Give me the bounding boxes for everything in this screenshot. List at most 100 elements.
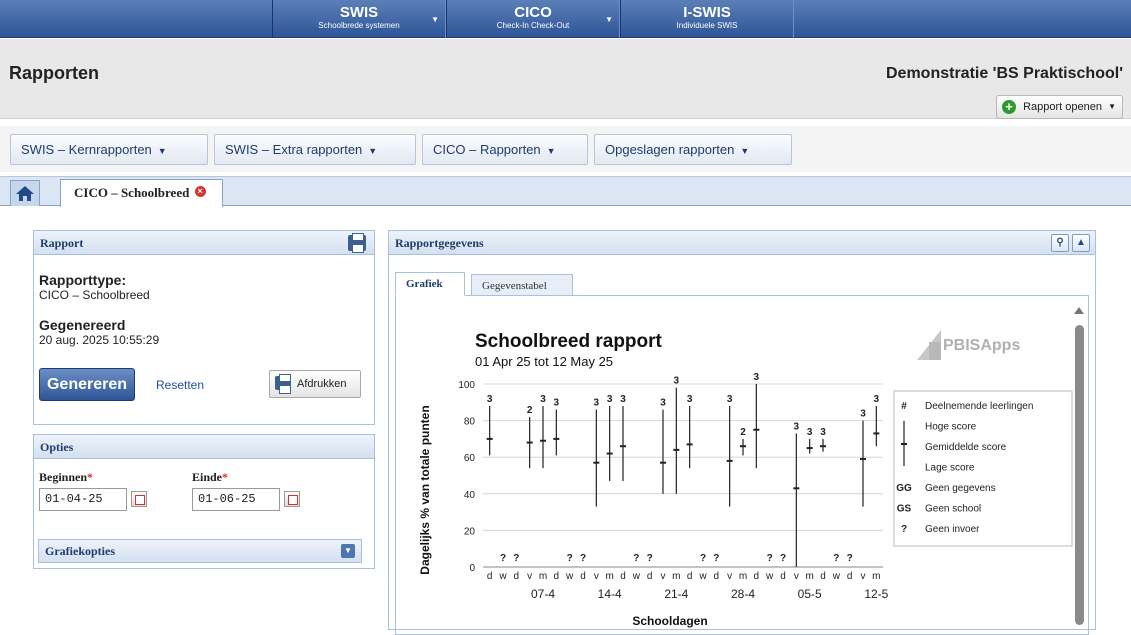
panel-title: Rapportgegevens (395, 236, 484, 250)
nav-tab-title: I-SWIS (683, 4, 731, 21)
calendar-icon[interactable] (284, 491, 300, 507)
menu-label: SWIS – Extra rapporten (225, 142, 363, 157)
end-date-input[interactable]: 01-06-25 (192, 488, 280, 511)
participant-count: 3 (540, 394, 546, 405)
scroll-thumb[interactable] (1075, 325, 1084, 625)
participant-count: 3 (554, 398, 560, 409)
x-axis-ticks: d w d v m d w d v m d w d v m d w d v m d w d v m d w d v m07-4 14-4 21… (487, 571, 889, 601)
reset-link[interactable]: Resetten (156, 378, 204, 392)
required-marker: * (222, 470, 229, 484)
nav-tab-cico[interactable]: CICO Check-In Check-Out ▼ (446, 0, 620, 38)
day-label: m (672, 571, 680, 582)
close-icon[interactable]: × (194, 186, 206, 197)
day-label: w (498, 571, 507, 582)
day-label: d (554, 571, 560, 582)
participant-count: 3 (860, 409, 866, 420)
participant-count: 2 (740, 427, 746, 438)
legend-text: Geen school (925, 504, 981, 515)
graph-options-toggle[interactable]: Grafiekopties ▼ (38, 539, 362, 563)
no-input-marker: ? (767, 553, 773, 564)
home-icon (16, 186, 34, 201)
y-tick-label: 0 (469, 563, 475, 574)
nav-tab-subtitle: Schoolbrede systemen (318, 21, 400, 30)
cico-chart: Schoolbreed rapport 01 Apr 25 tot 12 May… (418, 330, 1073, 628)
y-tick-label: 80 (464, 417, 476, 428)
dropdown-arrow-icon: ▼ (605, 15, 613, 24)
day-label: m (872, 571, 880, 582)
nav-tab-swis[interactable]: SWIS Schoolbrede systemen ▼ (272, 0, 446, 38)
nav-tab-title: CICO (514, 4, 552, 21)
calendar-icon[interactable] (131, 491, 147, 507)
page-header: Rapporten Demonstratie 'BS Praktischool' (0, 39, 1131, 119)
collapse-icon[interactable]: ▲ (1072, 234, 1090, 252)
menu-swis-core-reports[interactable]: SWIS – Kernrapporten ▼ (10, 134, 208, 165)
nav-tab-subtitle: Check-In Check-Out (496, 21, 570, 30)
day-label: d (514, 571, 520, 582)
print-label: Afdrukken (297, 378, 347, 390)
no-input-marker: ? (513, 553, 519, 564)
end-date-label-text: Einde (192, 470, 223, 484)
plus-icon: + (1002, 100, 1017, 114)
generated-value: 20 aug. 2025 10:55:29 (39, 333, 160, 347)
day-label: d (714, 571, 720, 582)
print-button[interactable]: Afdrukken (269, 370, 361, 398)
zoom-icon[interactable]: ⚲ (1051, 234, 1069, 252)
tab-chart[interactable]: Grafiek (395, 272, 465, 296)
scroll-up-icon[interactable] (1074, 307, 1084, 314)
no-input-marker: ? (580, 553, 586, 564)
no-input-marker: ? (780, 553, 786, 564)
menu-saved-reports[interactable]: Opgeslagen rapporten ▼ (594, 134, 792, 165)
chevron-down-icon: ▼ (157, 146, 167, 156)
y-tick-label: 60 (464, 453, 476, 464)
no-input-marker: ? (500, 553, 506, 564)
required-marker: * (87, 470, 94, 484)
legend-text: Deelnemende leerlingen (925, 401, 1033, 412)
day-label: d (620, 571, 626, 582)
home-tab[interactable] (10, 180, 40, 206)
tab-cico-schoolwide[interactable]: CICO – Schoolbreed × (60, 179, 223, 207)
participant-count: 3 (607, 394, 613, 405)
day-label: d (820, 571, 826, 582)
nav-tab-iswis[interactable]: I-SWIS Individuele SWIS (620, 0, 794, 38)
day-label: d (487, 571, 493, 582)
start-date-label: Beginnen* (39, 470, 93, 485)
no-input-marker: ? (567, 553, 573, 564)
menu-cico-reports[interactable]: CICO – Rapporten ▼ (422, 134, 588, 165)
page-title: Rapporten (9, 63, 99, 83)
x-axis-label: Schooldagen (632, 614, 707, 628)
chart-title: Schoolbreed rapport (475, 331, 663, 352)
generate-button[interactable]: Genereren (39, 368, 135, 401)
participant-count: 3 (594, 398, 600, 409)
start-date-input[interactable]: 01-04-25 (39, 488, 127, 511)
generated-block: Gegenereerd 20 aug. 2025 10:55:29 (39, 317, 159, 347)
participant-counts: 3? ?23 3? ?3 3 3? ?333? ?323? ?3 3 3? ?33 (487, 372, 880, 564)
options-panel-header: Opties (34, 435, 374, 459)
graph-options-label: Grafiekopties (45, 544, 115, 558)
open-report-label: Rapport openen (1023, 101, 1102, 113)
menu-swis-extra-reports[interactable]: SWIS – Extra rapporten ▼ (214, 134, 416, 165)
logo-text: PBISApps (943, 337, 1020, 354)
report-type-value: CICO – Schoolbreed (39, 288, 150, 302)
panel-title: Rapport (40, 236, 84, 250)
report-panel: Rapport Rapporttype: CICO – Schoolbreed … (33, 230, 375, 425)
y-tick-label: 100 (458, 380, 475, 391)
open-report-button[interactable]: + Rapport openen ▼ (996, 95, 1123, 119)
chevron-down-icon: ▼ (546, 146, 556, 156)
legend-text: Gemiddelde score (925, 442, 1007, 453)
participant-count: 3 (727, 394, 733, 405)
generated-label: Gegenereerd (39, 317, 126, 333)
day-label: v (861, 571, 866, 582)
day-label: w (565, 571, 574, 582)
printer-icon[interactable] (348, 233, 366, 253)
week-label: 21-4 (664, 587, 688, 601)
nav-tab-title: SWIS (339, 4, 379, 21)
chart-scrollbar[interactable] (1073, 305, 1086, 625)
day-label: v (527, 571, 532, 582)
tab-data-table[interactable]: Gegevenstabel (471, 274, 573, 296)
panel-title: Opties (40, 440, 74, 454)
chevron-down-icon: ▼ (1108, 102, 1116, 111)
day-label: m (805, 571, 813, 582)
participant-count: 3 (754, 372, 760, 383)
no-input-marker: ? (633, 553, 639, 564)
chart-legend: # Deelnemende leerlingen Hoge score Gemidde… (893, 390, 1073, 547)
